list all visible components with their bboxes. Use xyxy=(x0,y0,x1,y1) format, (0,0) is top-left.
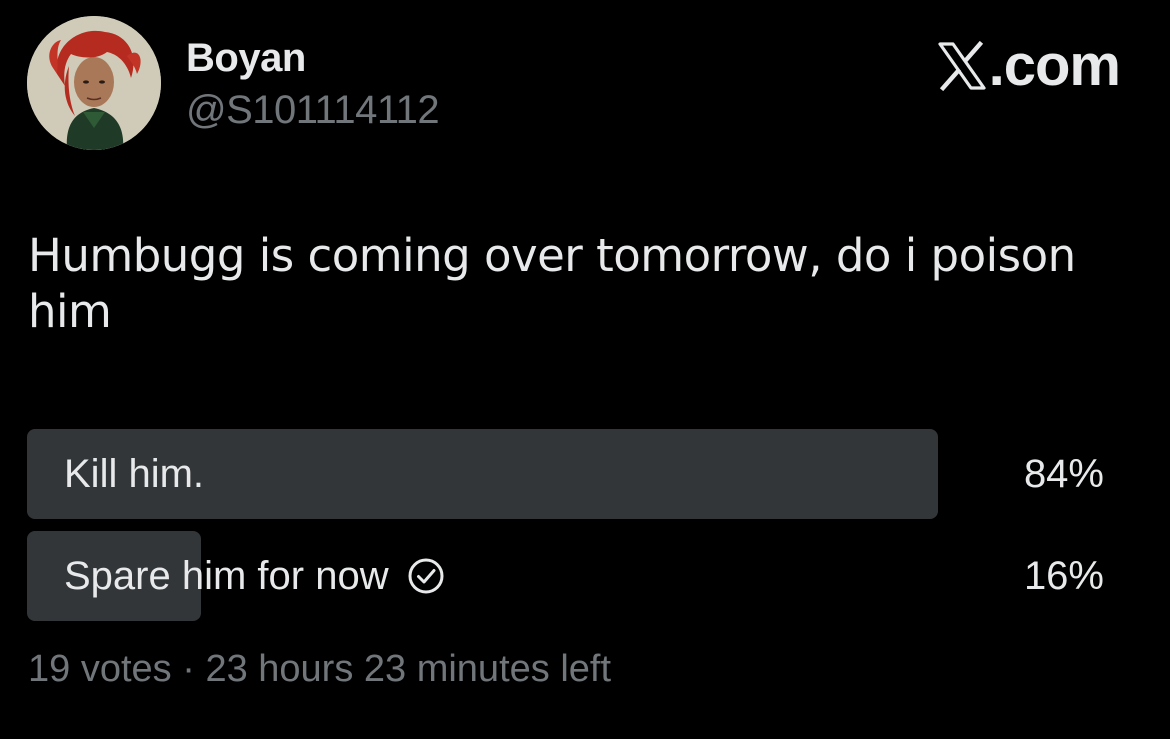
poll-option-kill[interactable]: Kill him. 84% xyxy=(27,429,1112,519)
poll-time-left: 23 hours 23 minutes left xyxy=(205,648,612,690)
poll-footer: 19 votes · 23 hours 23 minutes left xyxy=(28,648,611,691)
tweet-text: Humbugg is coming over tomorrow, do i po… xyxy=(28,229,1076,338)
brand-domain: .com xyxy=(988,33,1121,98)
poll-vote-count: 19 votes xyxy=(28,648,172,690)
check-circle-icon xyxy=(408,558,444,594)
avatar[interactable] xyxy=(27,16,161,150)
poll-option-spare[interactable]: Spare him for now 16% xyxy=(27,531,1112,621)
brand-watermark: .com xyxy=(936,33,1121,98)
user-handle[interactable]: @S101114112 xyxy=(186,88,440,133)
poll-separator: · xyxy=(182,648,195,690)
avatar-image xyxy=(27,16,161,150)
poll-option-label: Kill him. xyxy=(64,452,205,496)
poll-option-label: Spare him for now xyxy=(64,554,389,598)
poll-option-percent: 16% xyxy=(1023,554,1104,598)
display-name[interactable]: Boyan xyxy=(186,36,306,81)
x-logo-icon xyxy=(938,41,986,91)
poll-option-percent: 84% xyxy=(1023,452,1104,496)
